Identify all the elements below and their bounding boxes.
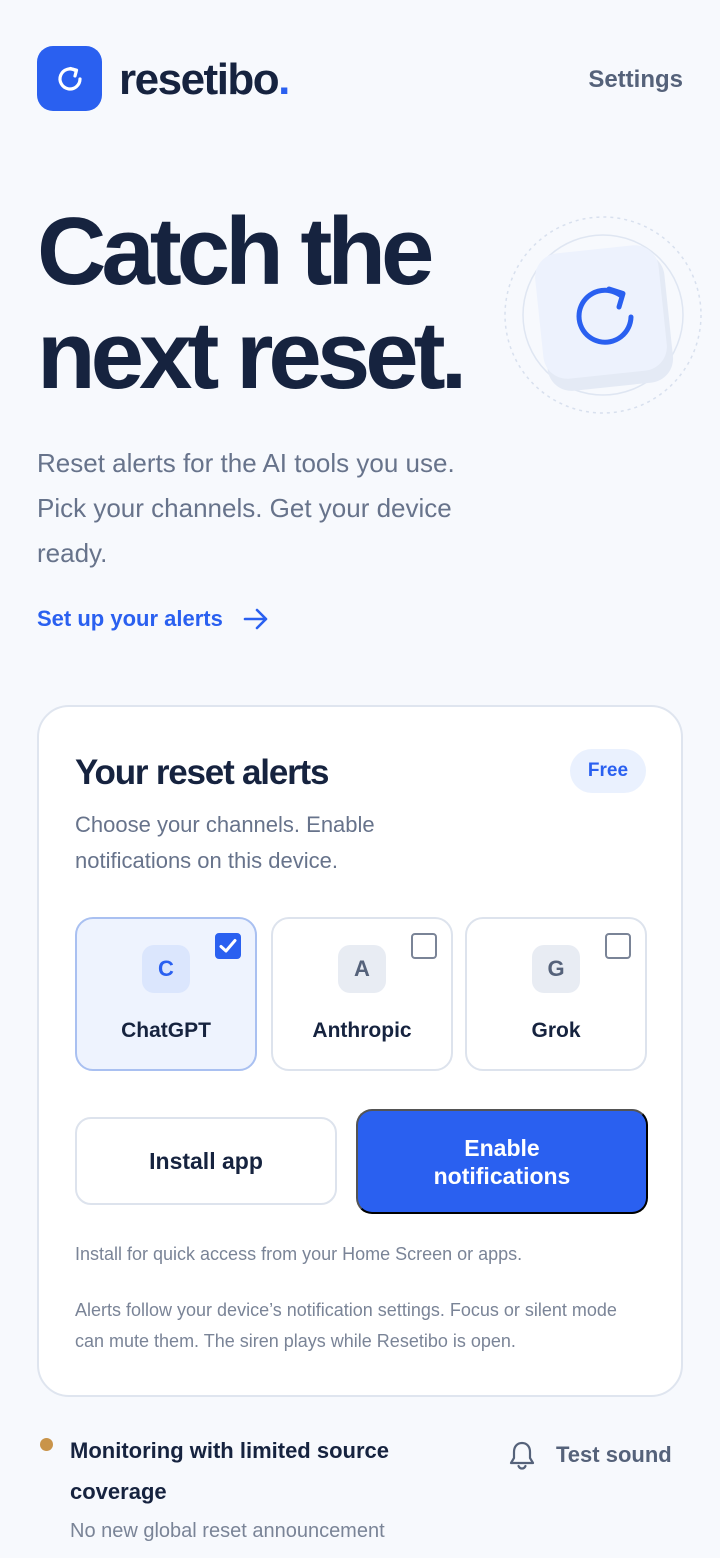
plan-badge: Free: [570, 749, 646, 793]
hero-title: Catch the next reset.: [37, 198, 467, 409]
channel-checkbox[interactable]: [605, 933, 631, 959]
check-icon: [219, 939, 237, 953]
enable-notifications-button[interactable]: Enable notifications: [356, 1109, 648, 1214]
channel-option-grok[interactable]: G Grok: [465, 917, 647, 1071]
alerts-note: Alerts follow your device’s notification…: [75, 1300, 617, 1351]
hero-illustration: [503, 215, 703, 415]
card-subtitle: Choose your channels. Enable notificatio…: [75, 812, 375, 873]
channel-name: Grok: [531, 1019, 581, 1042]
channel-name: Anthropic: [312, 1019, 412, 1042]
channel-checkbox[interactable]: [215, 933, 241, 959]
brand-name[interactable]: resetibo.: [119, 55, 290, 105]
channel-initial: A: [338, 945, 386, 993]
hero-subtitle: Reset alerts for the AI tools you use. P…: [37, 448, 455, 568]
status-title: Monitoring with limited source coverage: [70, 1438, 389, 1504]
settings-link[interactable]: Settings: [588, 66, 683, 94]
card-title: Your reset alerts: [75, 753, 329, 792]
refresh-icon: [57, 66, 82, 91]
arrow-right-icon: [243, 608, 268, 630]
brand-text: resetibo: [119, 55, 280, 104]
channel-checkbox[interactable]: [411, 933, 437, 959]
setup-alerts-link[interactable]: Set up your alerts: [37, 606, 269, 632]
brand-dot: .: [278, 55, 290, 104]
install-app-button[interactable]: Install app: [75, 1117, 337, 1205]
refresh-illustration-icon: [504, 216, 702, 414]
channel-name: ChatGPT: [121, 1019, 211, 1042]
status-text: No new global reset announcement: [70, 1520, 385, 1542]
setup-alerts-label: Set up your alerts: [37, 606, 223, 631]
channel-initial: C: [142, 945, 190, 993]
channel-list: C ChatGPT A Anthropic G Grok: [75, 917, 648, 1073]
bell-icon: [509, 1441, 535, 1470]
status-dot: [40, 1438, 53, 1451]
install-note: Install for quick access from your Home …: [75, 1244, 523, 1264]
channel-initial: G: [532, 945, 580, 993]
channel-option-anthropic[interactable]: A Anthropic: [271, 917, 453, 1071]
reset-alerts-card: Your reset alerts Free Choose your chann…: [37, 705, 683, 1397]
channel-option-chatgpt[interactable]: C ChatGPT: [75, 917, 257, 1071]
test-sound-button[interactable]: Test sound: [508, 1440, 672, 1470]
logo[interactable]: [37, 46, 102, 111]
page: resetibo. Settings Catch the next reset.…: [0, 0, 720, 1558]
test-sound-label: Test sound: [556, 1442, 672, 1467]
